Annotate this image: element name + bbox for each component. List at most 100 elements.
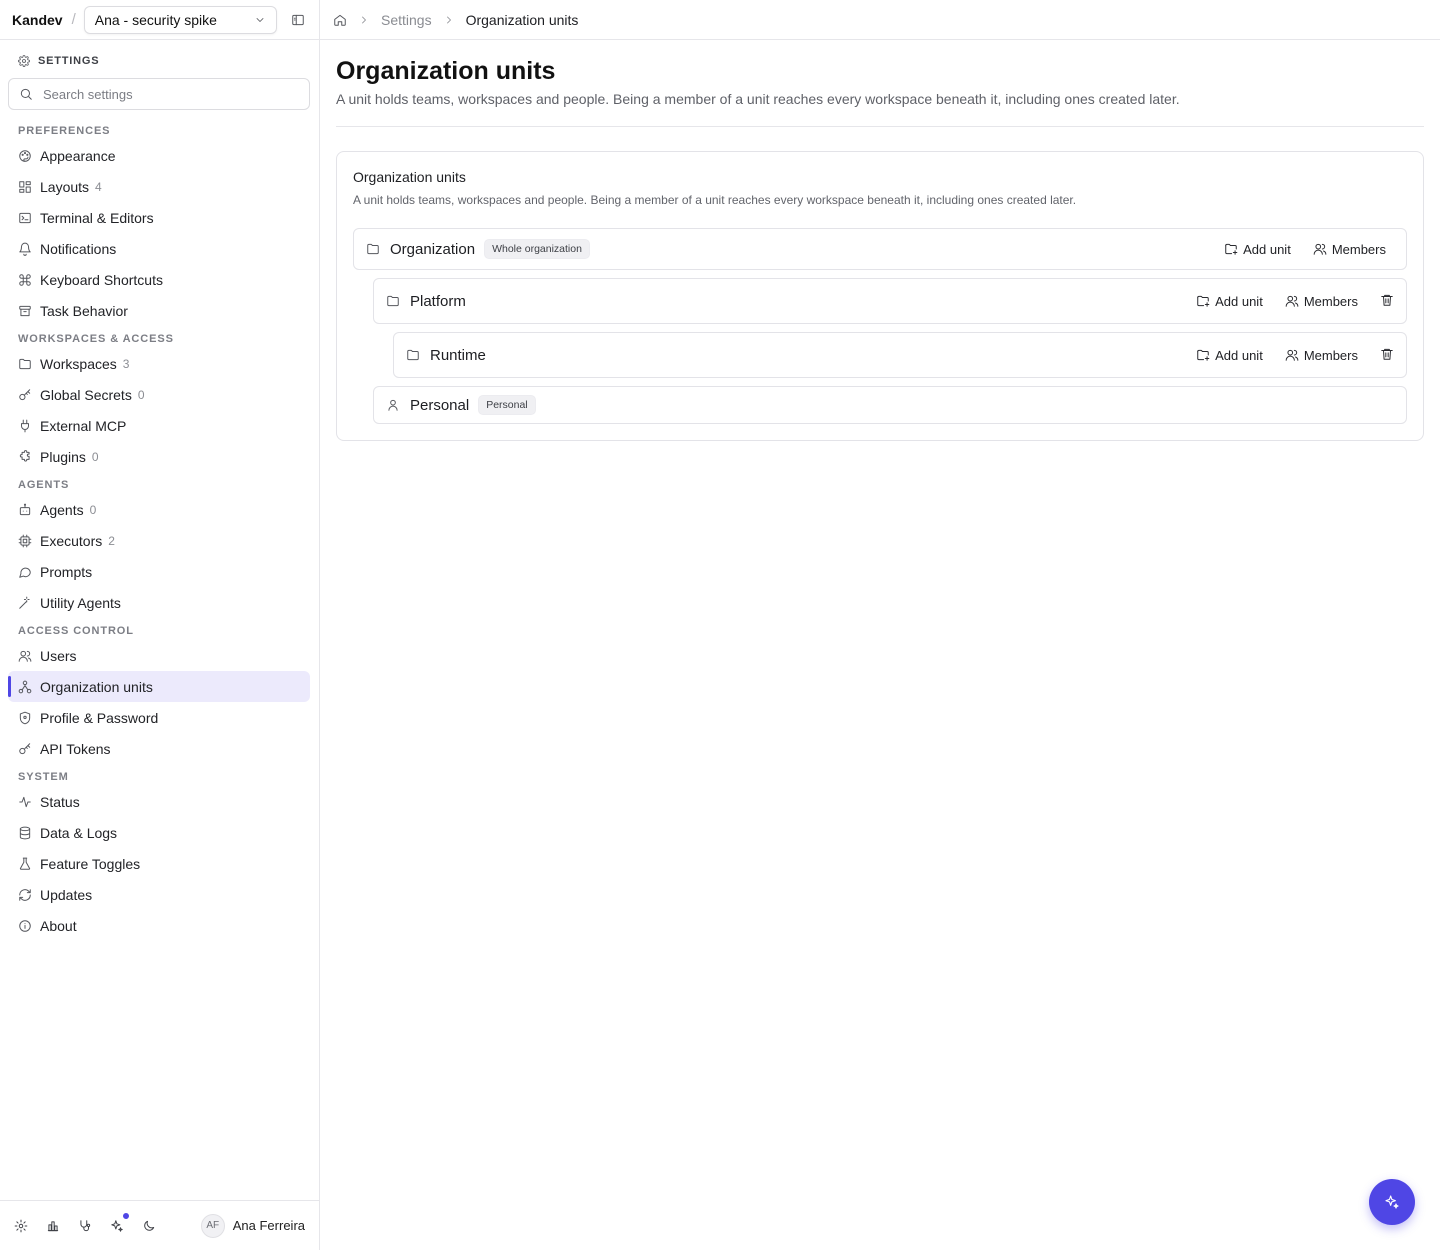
- sidebar-item-workspaces[interactable]: Workspaces 3: [8, 348, 310, 379]
- search-settings[interactable]: [8, 78, 310, 110]
- trash-icon: [1380, 347, 1394, 361]
- members-button[interactable]: Members: [1285, 294, 1358, 309]
- members-label: Members: [1303, 347, 1358, 363]
- unit-name: Platform: [410, 292, 466, 310]
- archive-icon: [18, 304, 32, 318]
- workspace-select-value: Ana - security spike: [94, 11, 217, 28]
- add-unit-button[interactable]: Add unit: [1224, 242, 1291, 257]
- sidebar-item-label: Executors: [40, 532, 103, 549]
- gear-icon: [18, 55, 30, 67]
- puzzle-icon: [18, 449, 32, 464]
- sidebar-item-prompts[interactable]: Prompts: [8, 556, 310, 587]
- brand-separator: /: [71, 11, 76, 28]
- sidebar-item-task-behavior[interactable]: Task Behavior: [8, 295, 310, 326]
- members-label: Members: [1331, 241, 1386, 257]
- sidebar-item-label: Layouts: [40, 178, 90, 195]
- folder-plus-icon: [1224, 242, 1238, 256]
- members-button[interactable]: Members: [1313, 242, 1386, 257]
- stethoscope-icon[interactable]: [78, 1219, 92, 1233]
- workspace-select[interactable]: Ana - security spike: [83, 5, 277, 34]
- palette-icon: [18, 149, 32, 163]
- sidebar-footer: AF Ana Ferreira: [0, 1200, 319, 1250]
- sidebar-item-label: API Tokens: [40, 740, 111, 757]
- sidebar-item-organization-units[interactable]: Organization units: [8, 671, 310, 702]
- card-description: A unit holds teams, workspaces and peopl…: [353, 193, 1077, 207]
- chevron-right-icon: [358, 14, 370, 26]
- moon-icon[interactable]: [142, 1219, 156, 1233]
- sidebar-item-label: Organization units: [40, 678, 153, 695]
- breadcrumb: Settings Organization units: [333, 12, 578, 28]
- page-description: A unit holds teams, workspaces and peopl…: [336, 91, 1180, 107]
- sidebar-item-label: Terminal & Editors: [40, 209, 154, 226]
- folder-icon: [386, 294, 400, 308]
- add-unit-label: Add unit: [1215, 293, 1263, 309]
- sidebar-item-feature-toggles[interactable]: Feature Toggles: [8, 848, 310, 879]
- search-icon: [19, 87, 33, 101]
- brand-name[interactable]: Kandev: [12, 12, 63, 28]
- delete-unit-button[interactable]: [1380, 293, 1394, 310]
- sidebar-item-data-and-logs[interactable]: Data & Logs: [8, 817, 310, 848]
- sidebar-item-updates[interactable]: Updates: [8, 879, 310, 910]
- home-icon[interactable]: [333, 13, 347, 27]
- sidebar-item-about[interactable]: About: [8, 910, 310, 941]
- activity-icon: [18, 795, 32, 809]
- members-button[interactable]: Members: [1285, 348, 1358, 363]
- sidebar-item-utility-agents[interactable]: Utility Agents: [8, 587, 310, 618]
- sidebar-item-profile-and-password[interactable]: Profile & Password: [8, 702, 310, 733]
- sidebar-item-external-mcp[interactable]: External MCP: [8, 410, 310, 441]
- sidebar-header: Kandev / Ana - security spike: [0, 0, 319, 40]
- add-unit-button[interactable]: Add unit: [1196, 294, 1263, 309]
- sidebar-toggle-icon[interactable]: [290, 12, 306, 28]
- sidebar-item-count: 0: [89, 502, 97, 517]
- sidebar-item-label: Workspaces: [40, 355, 117, 372]
- sidebar-item-global-secrets[interactable]: Global Secrets 0: [8, 379, 310, 410]
- user-menu[interactable]: AF Ana Ferreira: [200, 1213, 305, 1238]
- plug-icon: [18, 419, 32, 433]
- sidebar-item-executors[interactable]: Executors 2: [8, 525, 310, 556]
- sidebar-item-label: Profile & Password: [40, 709, 159, 726]
- unit-row-personal: Personal Personal: [373, 386, 1407, 424]
- sidebar-item-plugins[interactable]: Plugins 0: [8, 441, 310, 472]
- sidebar-item-label: Status: [40, 793, 80, 810]
- sidebar-item-label: Keyboard Shortcuts: [40, 271, 163, 288]
- sidebar-item-layouts[interactable]: Layouts 4: [8, 171, 310, 202]
- breadcrumb-current: Organization units: [465, 11, 579, 28]
- shield-icon: [18, 711, 32, 725]
- sidebar-item-terminal-and-editors[interactable]: Terminal & Editors: [8, 202, 310, 233]
- sidebar-item-label: Users: [40, 647, 77, 664]
- unit-row-organization: Organization Whole organization Add unit…: [353, 228, 1407, 270]
- avatar: AF: [200, 1213, 225, 1238]
- sidebar-item-notifications[interactable]: Notifications: [8, 233, 310, 264]
- sidebar-item-status[interactable]: Status: [8, 786, 310, 817]
- sidebar-item-label: Updates: [40, 886, 93, 903]
- sidebar-item-api-tokens[interactable]: API Tokens: [8, 733, 310, 764]
- info-icon: [18, 919, 32, 933]
- layout-icon: [18, 180, 32, 194]
- bot-icon: [18, 503, 32, 517]
- sidebar-item-count: 0: [137, 387, 145, 402]
- chart-icon[interactable]: [46, 1219, 60, 1233]
- sidebar-item-appearance[interactable]: Appearance: [8, 140, 310, 171]
- sidebar-item-users[interactable]: Users: [8, 640, 310, 671]
- sidebar-item-keyboard-shortcuts[interactable]: Keyboard Shortcuts: [8, 264, 310, 295]
- settings-section-title: SETTINGS: [0, 50, 319, 72]
- folder-plus-icon: [1196, 348, 1210, 362]
- sidebar-item-label: External MCP: [40, 417, 127, 434]
- database-icon: [18, 826, 32, 840]
- breadcrumb-settings[interactable]: Settings: [381, 12, 432, 28]
- sparkles-icon[interactable]: [110, 1212, 129, 1233]
- users-icon: [1313, 242, 1327, 256]
- sidebar-item-agents[interactable]: Agents 0: [8, 494, 310, 525]
- folder-icon: [406, 348, 420, 362]
- settings-gear-icon[interactable]: [14, 1219, 28, 1233]
- delete-unit-button[interactable]: [1380, 347, 1394, 364]
- sidebar-item-label: About: [40, 917, 77, 934]
- sidebar-item-label: Plugins: [40, 448, 86, 465]
- nav-group-label: SYSTEM: [18, 771, 69, 783]
- main-content: Organization units A unit holds teams, w…: [336, 40, 1424, 441]
- add-unit-button[interactable]: Add unit: [1196, 348, 1263, 363]
- assistant-fab[interactable]: [1369, 1179, 1415, 1225]
- unit-badge: Personal: [478, 395, 536, 415]
- search-input[interactable]: [43, 86, 293, 102]
- sidebar-item-count: 3: [122, 356, 130, 371]
